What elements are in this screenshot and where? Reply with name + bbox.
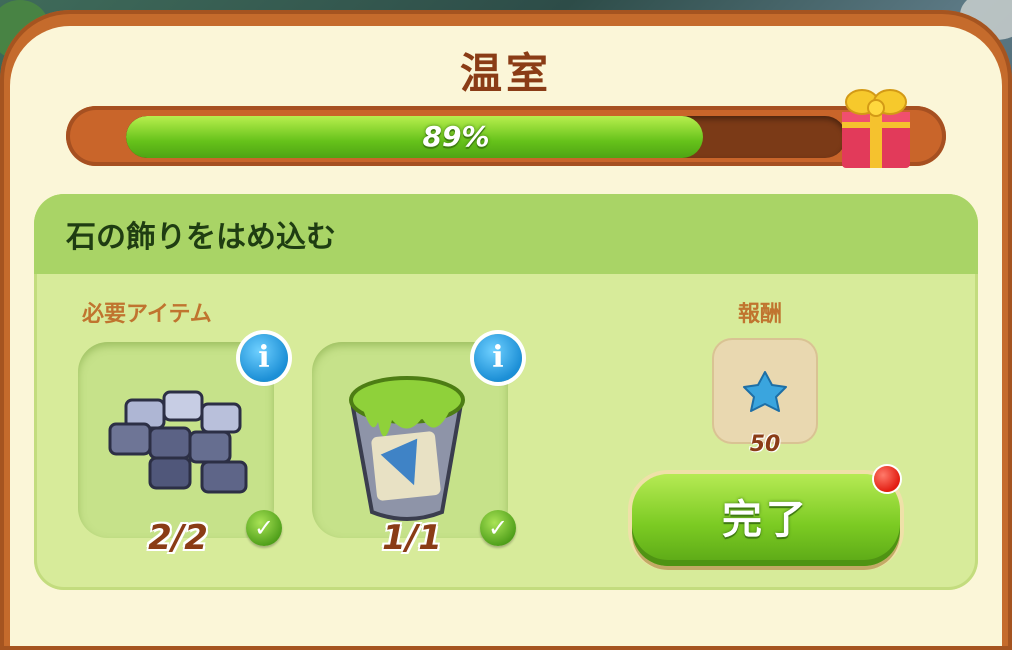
info-button[interactable]: i (474, 334, 522, 382)
task-header: 石の飾りをはめ込む (34, 194, 978, 274)
reward-tile (712, 338, 818, 444)
progress-label: 89% (422, 120, 490, 153)
reward-label: 報酬 (738, 302, 783, 327)
notification-badge (874, 466, 900, 492)
gift-box-icon[interactable] (836, 78, 916, 172)
check-icon: ✓ (246, 510, 282, 546)
complete-button[interactable]: 完了 (632, 474, 900, 566)
info-button[interactable]: i (240, 334, 288, 382)
task-title: 石の飾りをはめ込む (66, 220, 336, 255)
item-count: 2/2 (148, 518, 208, 558)
check-icon: ✓ (480, 510, 516, 546)
reward-amount: 50 (749, 432, 781, 457)
required-items-label: 必要アイテム (82, 302, 212, 327)
item-count: 1/1 (382, 518, 442, 558)
blue-star-icon (743, 371, 787, 412)
